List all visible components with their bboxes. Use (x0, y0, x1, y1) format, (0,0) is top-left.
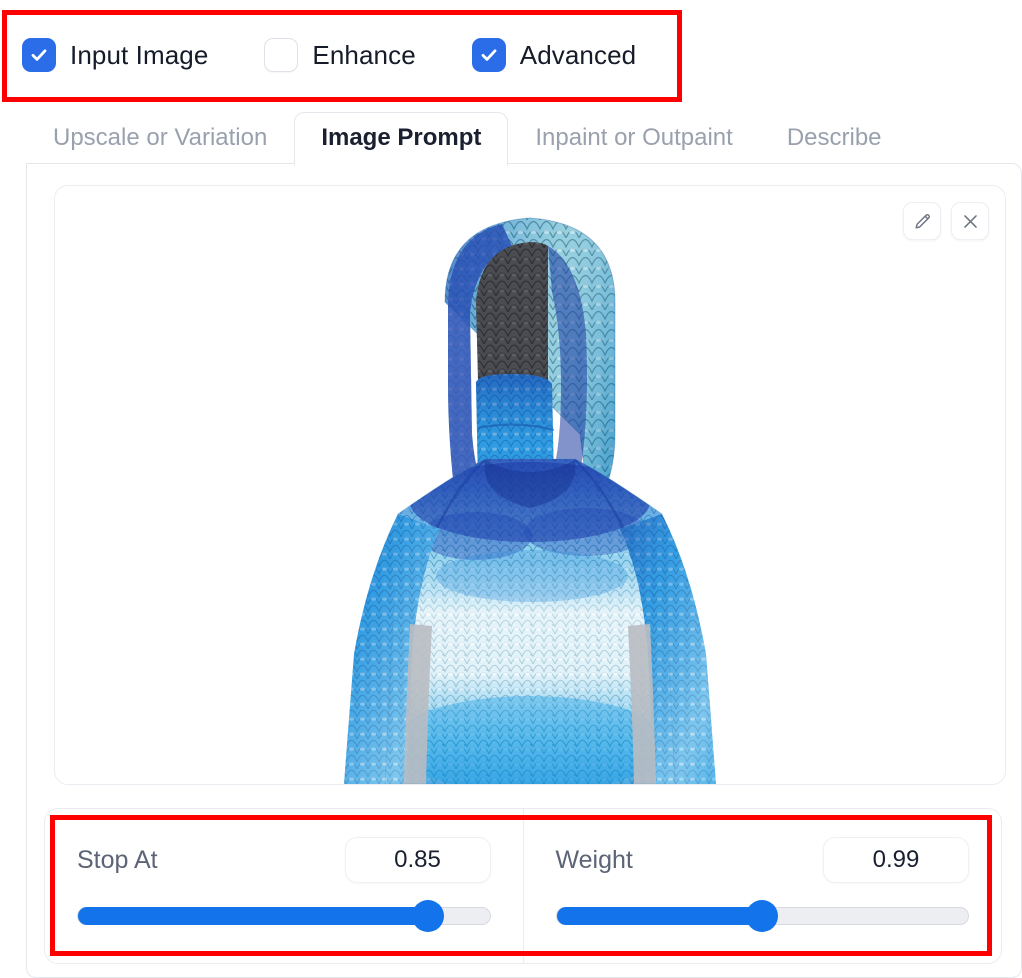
tab-bar: Upscale or Variation Image Prompt Inpain… (26, 110, 1022, 166)
pencil-icon (913, 212, 932, 231)
tab-inpaint-or-outpaint[interactable]: Inpaint or Outpaint (508, 112, 759, 166)
image-prompt-controls: Stop At 0.85 Weight 0.99 (44, 808, 1002, 964)
stop-at-label: Stop At (77, 845, 158, 874)
checkbox-label-enhance: Enhance (312, 39, 416, 70)
weight-slider-fill (556, 907, 763, 925)
weight-header: Weight 0.99 (555, 837, 969, 883)
stop-at-value-input[interactable]: 0.85 (344, 837, 491, 883)
checkbox-input-image[interactable]: Input Image (22, 38, 208, 72)
checkbox-box-input-image[interactable] (22, 38, 56, 72)
checkbox-box-enhance[interactable] (264, 38, 299, 72)
tab-image-prompt[interactable]: Image Prompt (294, 111, 509, 166)
checkbox-enhance[interactable]: Enhance (264, 38, 416, 72)
tab-describe[interactable]: Describe (760, 112, 909, 166)
uploaded-image (55, 186, 1005, 784)
checkbox-label-advanced: Advanced (519, 39, 637, 70)
stop-at-header: Stop At 0.85 (77, 837, 491, 883)
control-weight: Weight 0.99 (522, 809, 1002, 963)
tab-label: Image Prompt (321, 123, 482, 151)
image-action-buttons (903, 202, 989, 240)
weight-value-input[interactable]: 0.99 (823, 837, 969, 883)
stop-at-slider[interactable] (77, 900, 491, 932)
image-prompt-panel: Input Image Enhance Advanced Upscale or … (0, 0, 1022, 978)
weight-slider-thumb[interactable] (746, 900, 779, 932)
tab-label: Inpaint or Outpaint (535, 123, 733, 151)
weight-slider[interactable] (555, 900, 969, 932)
image-preview-card (54, 185, 1006, 785)
edit-image-button[interactable] (903, 202, 941, 240)
control-stop-at: Stop At 0.85 (45, 809, 523, 963)
close-icon (961, 212, 980, 231)
tab-label: Upscale or Variation (53, 123, 268, 151)
weight-value: 0.99 (872, 846, 920, 873)
checkbox-advanced[interactable]: Advanced (471, 38, 637, 72)
weight-label: Weight (555, 845, 633, 874)
checkbox-label-input-image: Input Image (70, 39, 209, 70)
stop-at-slider-fill (78, 907, 428, 925)
tab-upscale-or-variation[interactable]: Upscale or Variation (26, 112, 294, 166)
stop-at-value: 0.85 (394, 846, 441, 873)
options-checkbox-bar: Input Image Enhance Advanced (0, 8, 684, 102)
tab-label: Describe (786, 123, 882, 151)
remove-image-button[interactable] (951, 202, 989, 240)
stop-at-slider-thumb[interactable] (411, 900, 444, 932)
checkbox-box-advanced[interactable] (471, 38, 506, 72)
